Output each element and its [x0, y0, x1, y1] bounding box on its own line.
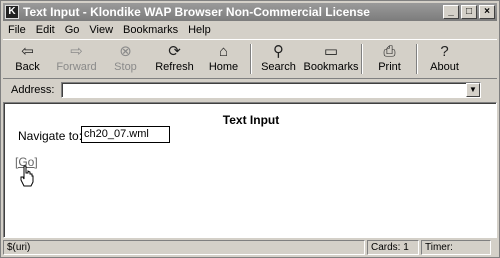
search-button[interactable]: ⚲ Search: [254, 40, 303, 78]
menu-bar: File Edit Go View Bookmarks Help: [3, 22, 497, 38]
stop-button[interactable]: ⊗ Stop: [101, 40, 150, 78]
menu-view[interactable]: View: [84, 24, 118, 36]
card-title: Text Input: [222, 113, 280, 127]
print-button[interactable]: ⎙ Print: [365, 40, 414, 78]
refresh-icon: ⟳: [168, 43, 181, 60]
toolbar: ⇦ Back ⇨ Forward ⊗ Stop ⟳ Refresh ⌂ Home…: [3, 39, 497, 79]
question-icon: ?: [440, 43, 449, 60]
toolbar-separator: [250, 44, 252, 74]
toolbar-separator: [416, 44, 418, 74]
close-button[interactable]: ×: [479, 5, 495, 19]
menu-edit[interactable]: Edit: [31, 24, 60, 36]
status-timer: Timer:: [421, 240, 491, 255]
home-icon: ⌂: [218, 43, 229, 60]
bookmarks-button[interactable]: ▭ Bookmarks: [303, 40, 359, 78]
maximize-button[interactable]: □: [461, 5, 477, 19]
chevron-down-icon: ▼: [469, 85, 477, 94]
menu-go[interactable]: Go: [60, 24, 85, 36]
address-bar: Address: ▼: [3, 80, 497, 100]
menu-help[interactable]: Help: [183, 24, 216, 36]
navigate-input[interactable]: ch20_07.wml: [81, 126, 170, 143]
card-view: Text Input Navigate to: ch20_07.wml [Go]: [3, 102, 497, 238]
minimize-button[interactable]: _: [443, 5, 459, 19]
stop-icon: ⊗: [119, 43, 132, 60]
bookmarks-folder-icon: ▭: [323, 43, 339, 60]
address-label: Address:: [11, 84, 55, 96]
printer-icon: ⎙: [383, 43, 396, 60]
about-button[interactable]: ? About: [420, 40, 469, 78]
refresh-button[interactable]: ⟳ Refresh: [150, 40, 199, 78]
home-button[interactable]: ⌂ Home: [199, 40, 248, 78]
status-text: $(uri): [3, 240, 365, 255]
app-icon: K: [5, 5, 19, 19]
browser-window: K Text Input - Klondike WAP Browser Non-…: [0, 0, 500, 258]
window-title: Text Input - Klondike WAP Browser Non-Co…: [23, 5, 370, 19]
toolbar-separator: [361, 44, 363, 74]
address-dropdown-button[interactable]: ▼: [466, 83, 480, 97]
title-bar: K Text Input - Klondike WAP Browser Non-…: [3, 3, 497, 21]
search-icon: ⚲: [273, 43, 284, 60]
window-controls: _ □ ×: [443, 5, 495, 19]
back-button[interactable]: ⇦ Back: [3, 40, 52, 78]
address-input[interactable]: ▼: [61, 82, 481, 98]
back-arrow-icon: ⇦: [21, 43, 34, 60]
forward-button[interactable]: ⇨ Forward: [52, 40, 101, 78]
status-cards: Cards: 1: [367, 240, 419, 255]
status-bar: $(uri) Cards: 1 Timer:: [3, 239, 497, 256]
menu-bookmarks[interactable]: Bookmarks: [118, 24, 183, 36]
menu-file[interactable]: File: [3, 24, 31, 36]
forward-arrow-icon: ⇨: [70, 43, 83, 60]
navigate-label: Navigate to:: [18, 129, 83, 143]
hand-cursor-icon: [20, 165, 34, 187]
